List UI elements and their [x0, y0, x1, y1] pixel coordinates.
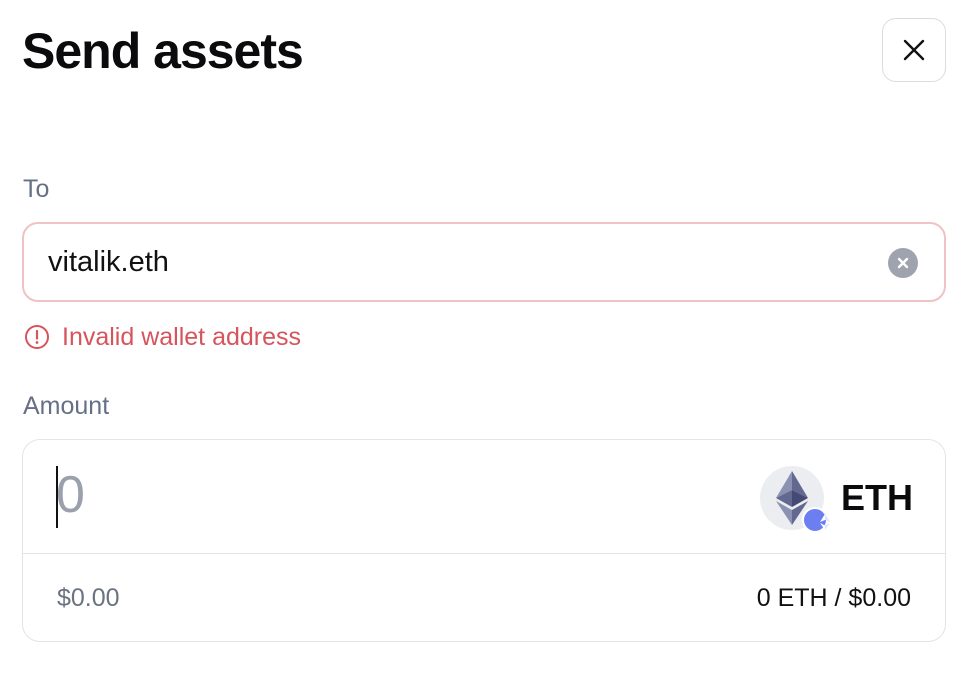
send-assets-dialog: Send assets To Invalid wallet address Am… — [0, 0, 966, 688]
close-button[interactable] — [882, 18, 946, 82]
usd-value: $0.00 — [57, 584, 120, 612]
clear-input-button[interactable] — [888, 248, 918, 278]
error-message: Invalid wallet address — [62, 323, 302, 351]
to-field-label: To — [23, 175, 50, 203]
dialog-title: Send assets — [22, 23, 304, 79]
amount-field-container: 0 ETH $0.00 0 ETH / $0.00 — [22, 439, 946, 642]
clear-circle-icon — [897, 257, 909, 269]
close-icon — [903, 39, 925, 61]
ethereum-chain-icon — [820, 514, 830, 530]
recipient-address-input[interactable] — [48, 224, 868, 300]
address-error: Invalid wallet address — [24, 322, 301, 352]
chain-badge — [802, 507, 830, 533]
balance-conversion: 0 ETH / $0.00 — [756, 584, 911, 612]
alert-circle-icon — [25, 325, 49, 349]
amount-input-row[interactable]: 0 ETH — [23, 440, 945, 554]
token-symbol[interactable]: ETH — [841, 476, 913, 520]
amount-input[interactable]: 0 — [56, 462, 85, 528]
token-avatar[interactable] — [760, 466, 830, 533]
text-cursor — [56, 466, 58, 528]
to-field-container — [22, 222, 946, 302]
amount-field-label: Amount — [23, 392, 110, 420]
